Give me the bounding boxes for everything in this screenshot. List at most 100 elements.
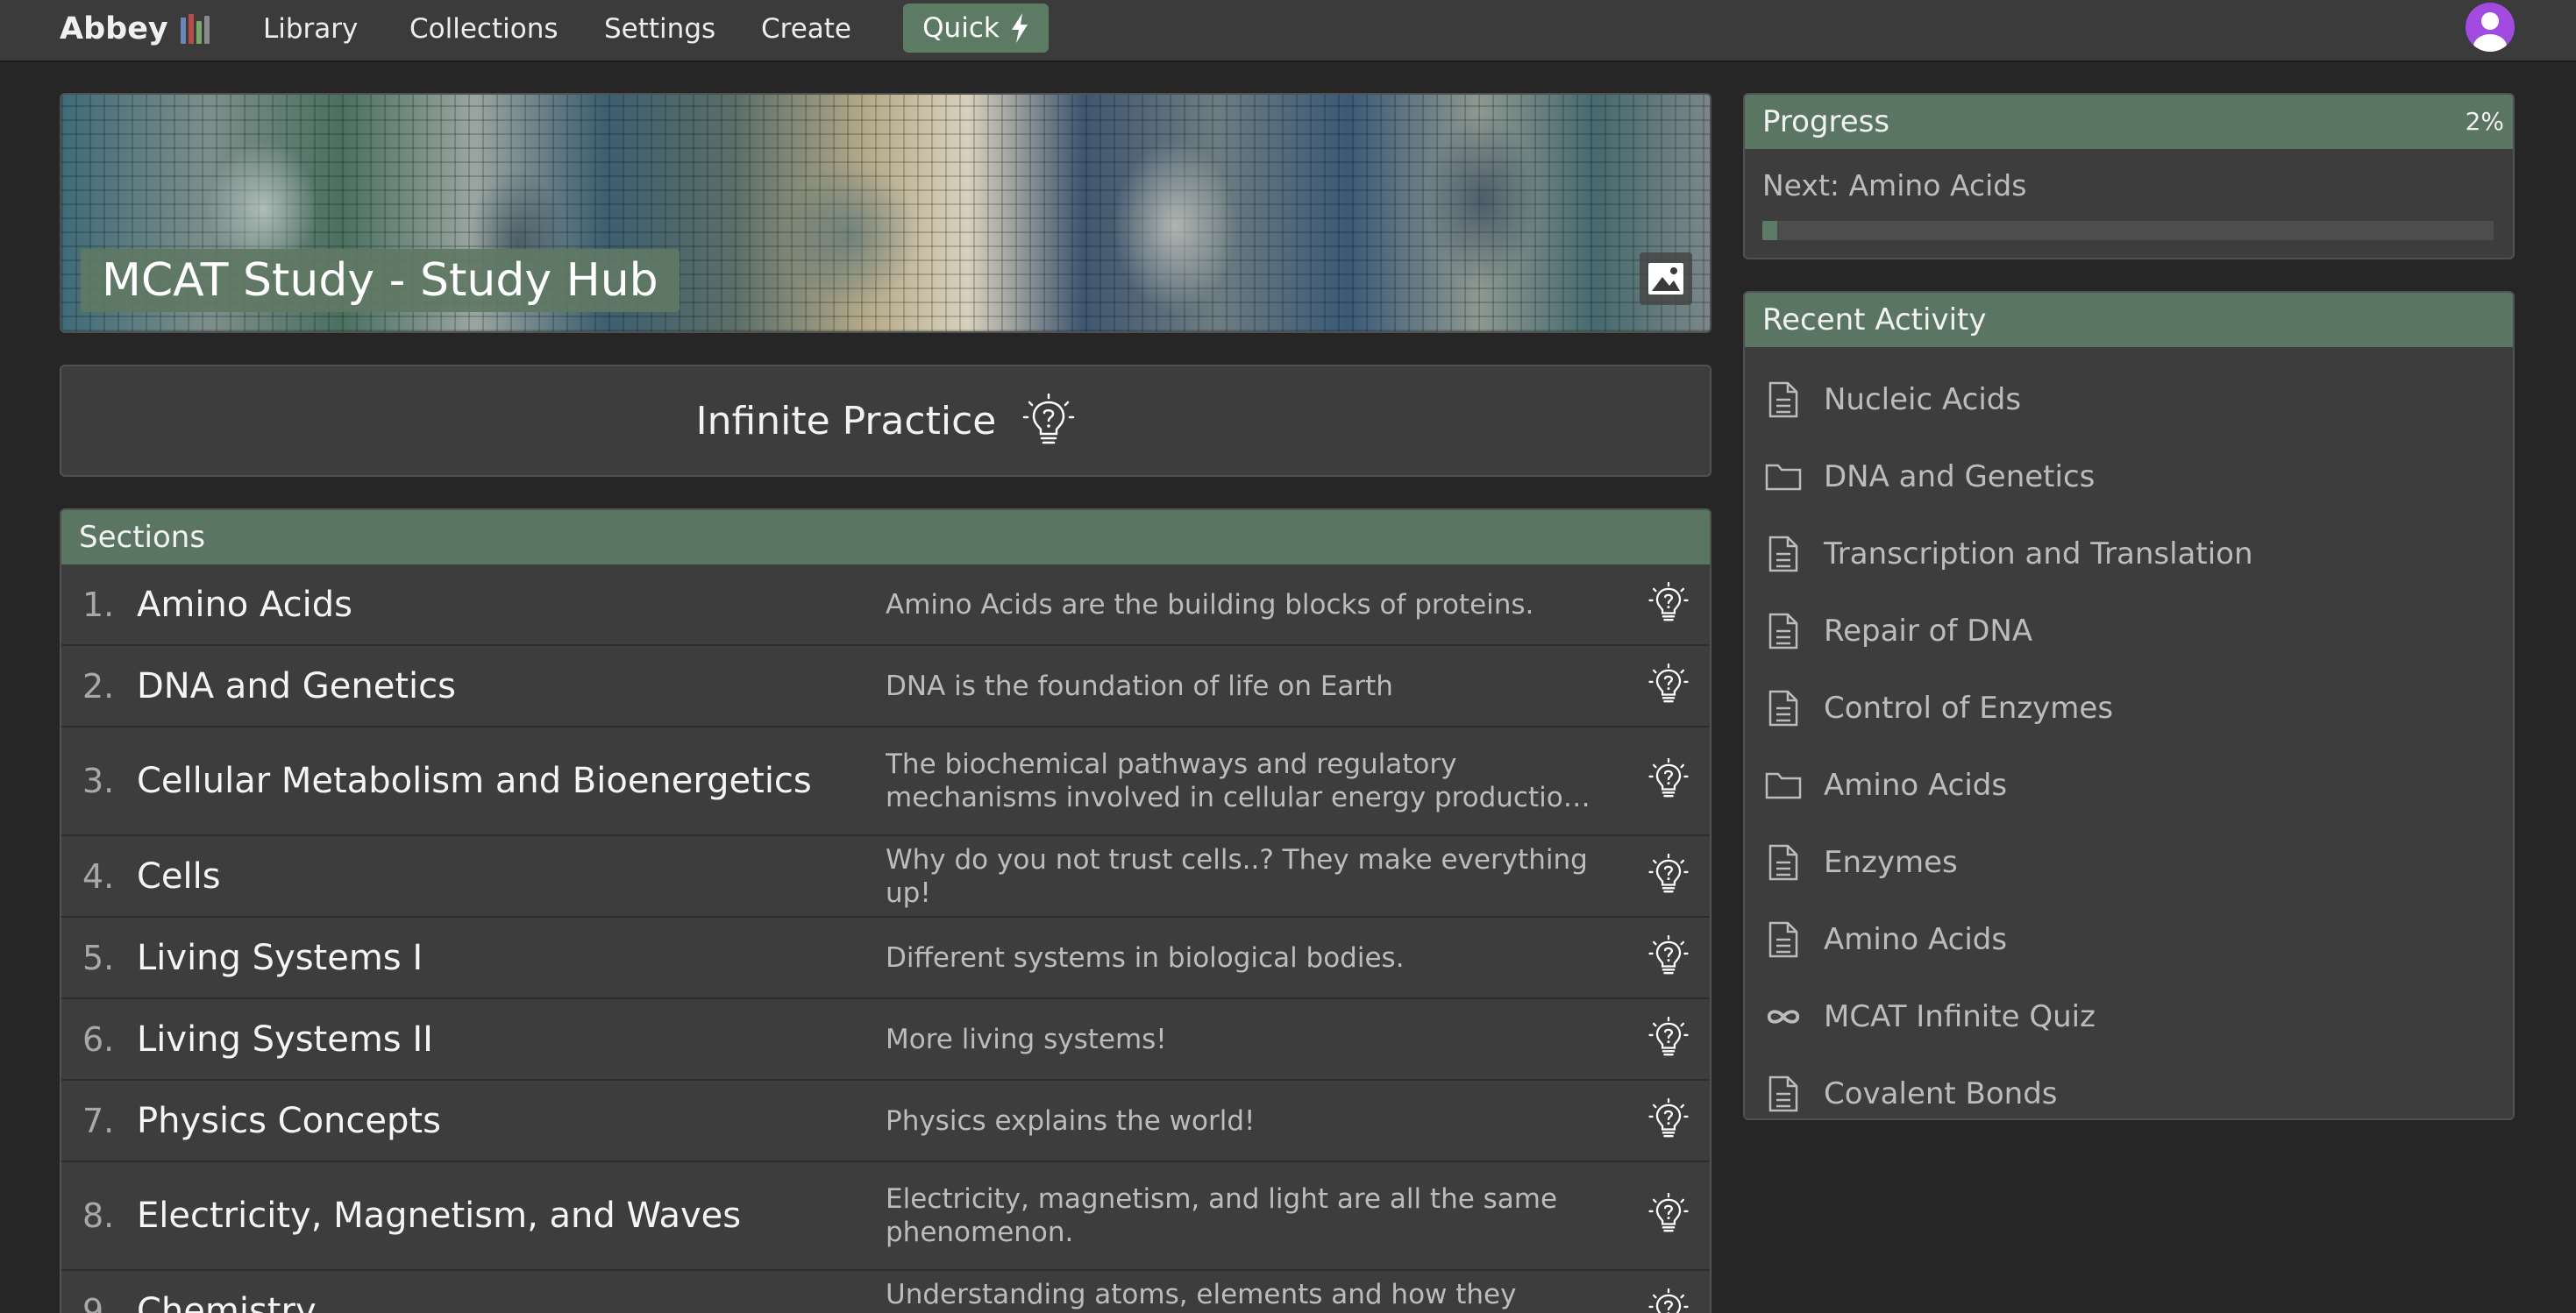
- section-row[interactable]: 9. Chemistry Understanding atoms, elements…: [61, 1271, 1710, 1313]
- lightbulb-question-icon: [1023, 394, 1075, 444]
- recent-activity-label: Repair of DNA: [1824, 614, 2033, 649]
- quick-button[interactable]: Quick: [903, 4, 1049, 53]
- recent-activity-item[interactable]: MCAT Infinite Quiz: [1745, 978, 2513, 1055]
- section-description: More living systems!: [886, 1023, 1167, 1055]
- section-practice-icon[interactable]: [1648, 1016, 1689, 1063]
- document-icon: [1764, 689, 1803, 727]
- document-icon: [1764, 843, 1803, 882]
- section-number: 2.: [82, 666, 115, 706]
- progress-panel: Progress 2% Next: Amino Acids: [1743, 93, 2515, 259]
- page-title: MCAT Study - Study Hub: [81, 249, 680, 312]
- section-practice-icon[interactable]: [1648, 663, 1689, 710]
- section-number: 8.: [82, 1196, 115, 1235]
- section-title[interactable]: Physics Concepts: [137, 1101, 441, 1141]
- section-row[interactable]: 1. Amino Acids Amino Acids are the buildin…: [61, 564, 1710, 646]
- recent-activity-item[interactable]: Amino Acids: [1745, 747, 2513, 824]
- section-practice-icon[interactable]: [1648, 1097, 1689, 1145]
- recent-activity-item[interactable]: Nucleic Acids: [1745, 361, 2513, 438]
- progress-bar-fill: [1762, 221, 1777, 240]
- section-number: 9.: [82, 1291, 115, 1313]
- section-row[interactable]: 3. Cellular Metabolism and Bioenergetics T…: [61, 727, 1710, 836]
- user-avatar-icon[interactable]: [2466, 3, 2515, 52]
- section-row[interactable]: 6. Living Systems II More living systems!: [61, 999, 1710, 1081]
- progress-percent: 2%: [2465, 107, 2504, 136]
- document-icon: [1764, 612, 1803, 650]
- recent-activity-item[interactable]: Enzymes: [1745, 824, 2513, 901]
- lightning-icon: [1011, 13, 1028, 43]
- nav-create[interactable]: Create: [761, 11, 851, 47]
- recent-activity-label: Control of Enzymes: [1824, 691, 2114, 726]
- section-title[interactable]: Cellular Metabolism and Bioenergetics: [137, 761, 812, 801]
- progress-header: Progress 2%: [1745, 95, 2513, 149]
- recent-activity-item[interactable]: Control of Enzymes: [1745, 670, 2513, 747]
- section-practice-icon[interactable]: [1648, 1192, 1689, 1239]
- section-number: 7.: [82, 1101, 115, 1140]
- recent-activity-label: Nucleic Acids: [1824, 382, 2022, 417]
- section-row[interactable]: 7. Physics Concepts Physics explains the w…: [61, 1081, 1710, 1162]
- section-title[interactable]: DNA and Genetics: [137, 666, 456, 706]
- section-description: Physics explains the world!: [886, 1104, 1256, 1137]
- infinite-practice-button[interactable]: Infinite Practice: [60, 365, 1711, 477]
- section-description: Amino Acids are the building blocks of p…: [886, 588, 1534, 621]
- infinite-practice-label: Infinite Practice: [695, 398, 997, 444]
- nav-settings[interactable]: Settings: [604, 11, 715, 47]
- recent-activity-label: MCAT Infinite Quiz: [1824, 999, 2096, 1034]
- section-title[interactable]: Cells: [137, 856, 221, 897]
- hero-banner: MCAT Study - Study Hub: [60, 93, 1711, 333]
- sections-list: 1. Amino Acids Amino Acids are the buildin…: [61, 564, 1710, 1313]
- section-title[interactable]: Electricity, Magnetism, and Waves: [137, 1196, 741, 1236]
- section-practice-icon[interactable]: [1648, 853, 1689, 900]
- recent-activity-label: Transcription and Translation: [1824, 536, 2253, 571]
- section-number: 6.: [82, 1019, 115, 1059]
- progress-title: Progress: [1762, 104, 1890, 139]
- section-row[interactable]: 5. Living Systems I Different systems in b…: [61, 918, 1710, 999]
- nav-library[interactable]: Library: [263, 11, 358, 47]
- image-icon: [1648, 263, 1683, 295]
- recent-activity-label: Amino Acids: [1824, 922, 2008, 957]
- recent-activity-label: Enzymes: [1824, 845, 1958, 880]
- top-nav: Abbey Library Collections Settings Creat…: [0, 0, 2576, 62]
- section-row[interactable]: 2. DNA and Genetics DNA is the foundation …: [61, 646, 1710, 727]
- section-title[interactable]: Living Systems I: [137, 938, 423, 978]
- section-description: Understanding atoms, elements and how th…: [886, 1278, 1517, 1313]
- section-title[interactable]: Living Systems II: [137, 1019, 433, 1060]
- section-description: Different systems in biological bodies.: [886, 941, 1405, 974]
- section-row[interactable]: 8. Electricity, Magnetism, and Waves Elect…: [61, 1162, 1710, 1271]
- section-title[interactable]: Chemistry: [137, 1291, 317, 1313]
- brand-name: Abbey: [60, 11, 168, 46]
- section-number: 3.: [82, 762, 115, 800]
- recent-activity-item[interactable]: Covalent Bonds: [1745, 1055, 2513, 1118]
- change-image-button[interactable]: [1640, 252, 1692, 305]
- section-title[interactable]: Amino Acids: [137, 585, 352, 625]
- recent-activity-label: Covalent Bonds: [1824, 1076, 2058, 1111]
- recent-activity-label: DNA and Genetics: [1824, 459, 2096, 494]
- infinity-icon: [1764, 997, 1803, 1036]
- section-row[interactable]: 4. Cells Why do you not trust cells..? The…: [61, 836, 1710, 918]
- folder-icon: [1764, 766, 1803, 805]
- section-number: 1.: [82, 585, 115, 624]
- nav-collections[interactable]: Collections: [409, 11, 559, 47]
- books-icon: [180, 14, 210, 44]
- section-practice-icon[interactable]: [1648, 934, 1689, 982]
- recent-activity-item[interactable]: Transcription and Translation: [1745, 515, 2513, 593]
- section-description: Electricity, magnetism, and light are al…: [886, 1183, 1558, 1248]
- progress-bar: [1762, 221, 2494, 240]
- section-practice-icon[interactable]: [1648, 1288, 1689, 1313]
- document-icon: [1764, 380, 1803, 419]
- section-number: 5.: [82, 938, 115, 977]
- recent-activity-item[interactable]: Repair of DNA: [1745, 593, 2513, 670]
- next-section-label[interactable]: Next: Amino Acids: [1762, 168, 2026, 202]
- document-icon: [1764, 920, 1803, 959]
- section-practice-icon[interactable]: [1648, 581, 1689, 628]
- section-description: Why do you not trust cells..? They make …: [886, 843, 1588, 909]
- recent-activity-item[interactable]: Amino Acids: [1745, 901, 2513, 978]
- recent-activity-item[interactable]: DNA and Genetics: [1745, 438, 2513, 515]
- document-icon: [1764, 1075, 1803, 1113]
- quick-button-label: Quick: [922, 12, 1000, 44]
- brand-logo[interactable]: Abbey: [60, 9, 210, 49]
- document-icon: [1764, 535, 1803, 573]
- section-description: The biochemical pathways and regulatory …: [886, 749, 1581, 813]
- section-practice-icon[interactable]: [1648, 757, 1689, 805]
- recent-activity-list: Nucleic Acids DNA and Genetics Transcripti…: [1745, 347, 2513, 1118]
- section-description: DNA is the foundation of life on Earth: [886, 670, 1393, 702]
